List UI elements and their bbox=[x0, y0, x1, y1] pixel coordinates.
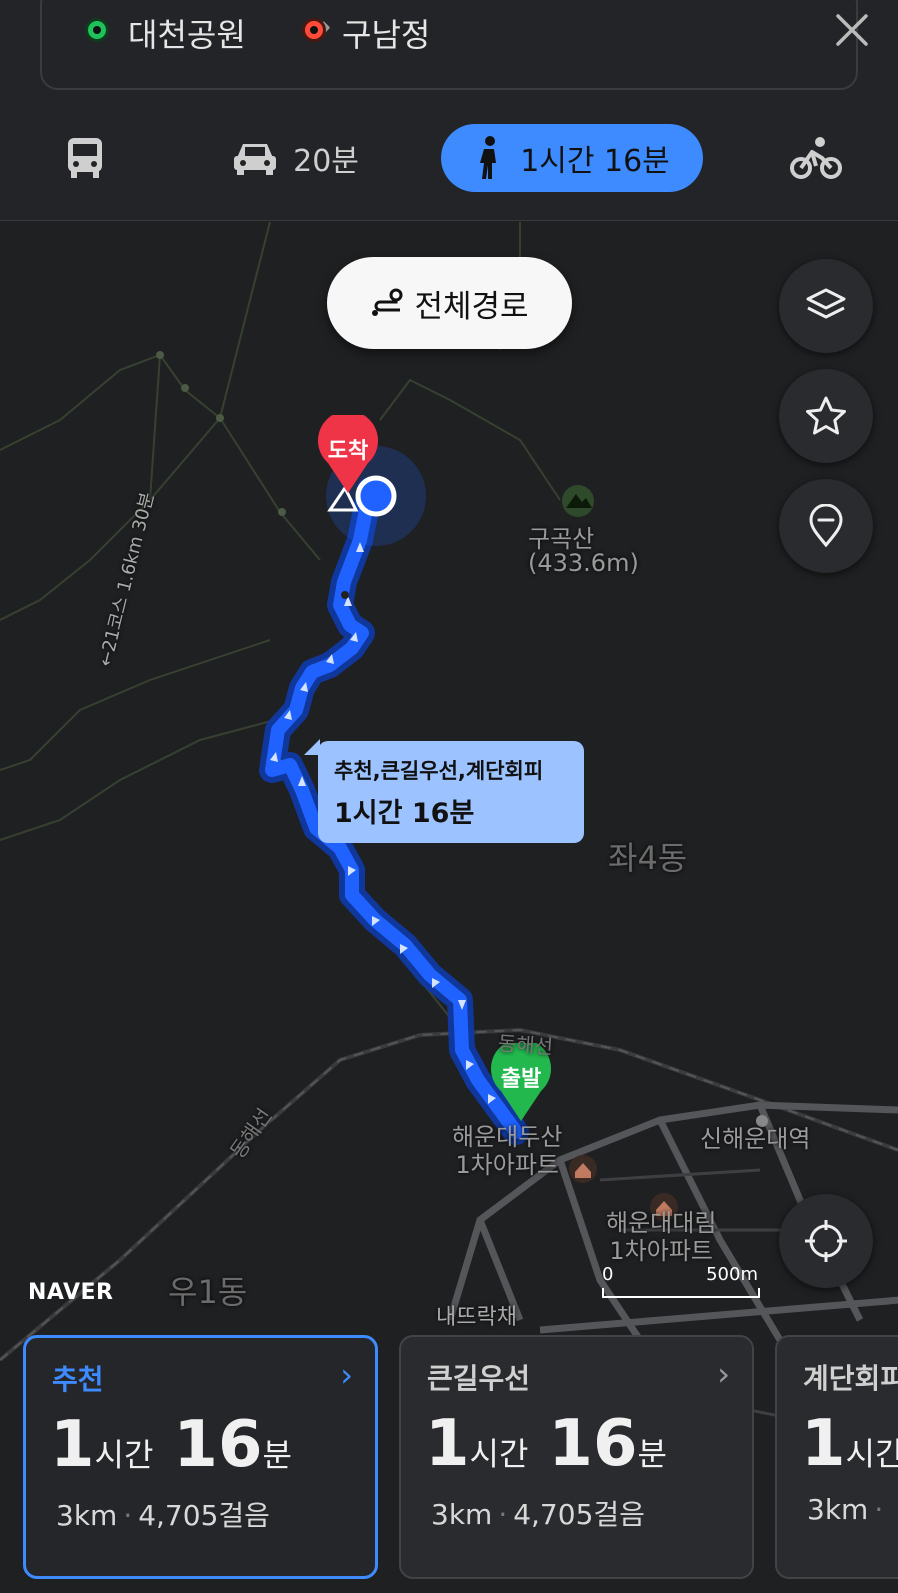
start-marker-label: 출발 bbox=[500, 1067, 542, 1092]
my-location-button[interactable] bbox=[779, 1194, 873, 1288]
car-icon bbox=[234, 144, 277, 175]
mode-bike-tab[interactable] bbox=[786, 124, 846, 192]
destination-label[interactable]: 구남정 bbox=[342, 10, 430, 56]
card-duration: 1시간 16분 bbox=[50, 1408, 292, 1482]
station-label: 신해운대역 bbox=[700, 1125, 811, 1153]
card-meta: 3km · bbox=[807, 1493, 884, 1526]
end-marker-label: 도착 bbox=[327, 439, 369, 464]
map-scale: 0 500m bbox=[602, 1262, 760, 1300]
route-card-recommended[interactable]: 추천 › 1시간 16분 3km · 4,705걸음 bbox=[23, 1335, 378, 1579]
place-button[interactable] bbox=[779, 479, 873, 573]
apartment-label-1: 해운대두산 1차아파트 bbox=[452, 1123, 563, 1179]
chevron-right-icon: › bbox=[717, 1355, 730, 1393]
tooltip-duration: 1시간 16분 bbox=[334, 798, 475, 829]
mode-car-label: 20분 bbox=[293, 144, 359, 179]
tooltip-options: 추천,큰길우선,계단회피 bbox=[334, 759, 544, 783]
full-route-label: 전체경로 bbox=[414, 288, 529, 325]
close-icon[interactable] bbox=[830, 8, 874, 52]
card-label: 추천 bbox=[52, 1363, 104, 1396]
rail-label: 동해선 bbox=[497, 1031, 554, 1059]
origin-dot-icon bbox=[88, 21, 106, 39]
mode-walk-tab[interactable]: 1시간 16분 bbox=[441, 124, 703, 192]
walk-icon bbox=[480, 136, 497, 179]
location-pin-icon bbox=[809, 504, 843, 548]
origin-label[interactable]: 대천공원 bbox=[128, 10, 246, 56]
layers-button[interactable] bbox=[779, 259, 873, 353]
card-duration: 1시간 16분 bbox=[425, 1407, 667, 1481]
end-marker[interactable]: 도착 bbox=[316, 415, 380, 495]
card-label: 큰길우선 bbox=[427, 1362, 531, 1395]
district-label-2: 우1동 bbox=[168, 1273, 248, 1311]
route-icon bbox=[372, 288, 403, 316]
crosshair-icon bbox=[805, 1220, 847, 1262]
scale-start: 0 bbox=[602, 1264, 614, 1285]
naver-logo: NAVER bbox=[28, 1280, 114, 1305]
mountain-height: (433.6m) bbox=[528, 549, 639, 577]
route-card-avoid-stairs[interactable]: 계단회피 1시간 3km· bbox=[775, 1335, 898, 1579]
route-header: 대천공원 → 구남정 20분 1시간 16분 bbox=[0, 0, 898, 221]
star-icon bbox=[806, 396, 846, 435]
route-summary-box[interactable]: 대천공원 → 구남정 bbox=[40, 0, 868, 90]
apartment-label-2: 해운대대림 1차아파트 bbox=[606, 1209, 717, 1265]
layers-icon bbox=[806, 288, 846, 319]
card-label: 계단회피 bbox=[803, 1362, 898, 1395]
bicycle-icon bbox=[790, 137, 842, 179]
chevron-right-icon: › bbox=[340, 1356, 353, 1394]
full-route-button[interactable]: 전체경로 bbox=[327, 257, 572, 349]
card-meta: 3km · 4,705걸음 bbox=[56, 1499, 270, 1532]
mode-car-tab[interactable]: 20분 bbox=[220, 124, 370, 192]
mode-walk-label: 1시간 16분 bbox=[520, 144, 670, 179]
card-duration: 1시간 bbox=[801, 1407, 898, 1481]
mode-bus-tab[interactable] bbox=[50, 124, 120, 192]
bus-icon bbox=[68, 138, 102, 178]
card-meta: 3km · 4,705걸음 bbox=[431, 1498, 645, 1531]
district-label: 좌4동 bbox=[608, 839, 688, 877]
route-card-main-road[interactable]: 큰길우선 › 1시간 16분 3km · 4,705걸음 bbox=[399, 1335, 754, 1579]
favorite-button[interactable] bbox=[779, 369, 873, 463]
destination-dot-icon bbox=[305, 21, 323, 39]
route-tooltip[interactable]: 추천,큰길우선,계단회피 1시간 16분 bbox=[304, 739, 584, 843]
building-label-partial: 내뜨락채 bbox=[436, 1305, 517, 1330]
scale-end: 500m bbox=[706, 1264, 758, 1285]
